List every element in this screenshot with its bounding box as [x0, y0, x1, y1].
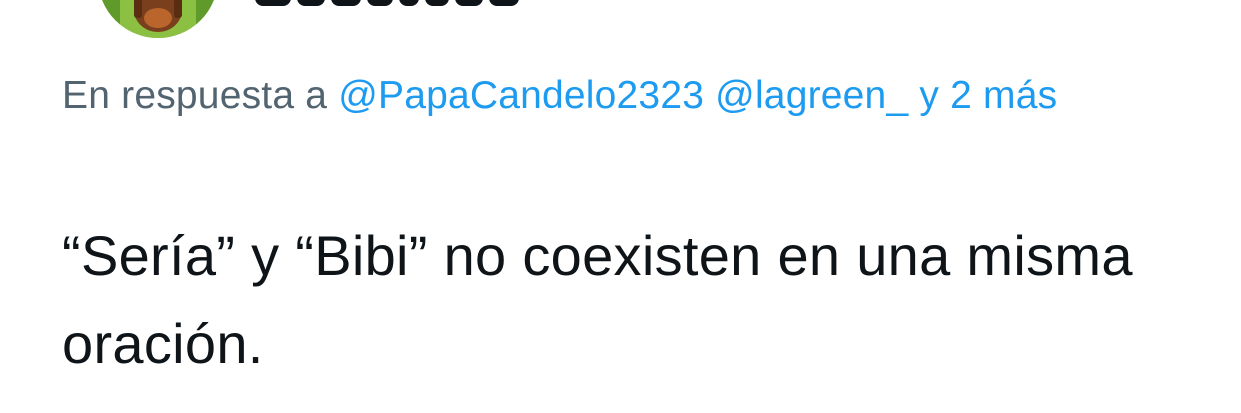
reply-context: En respuesta a @PapaCandelo2323 @lagreen… [62, 64, 1162, 128]
mention-link-papacandelo2323[interactable]: @PapaCandelo2323 [338, 74, 704, 117]
avatar[interactable] [98, 0, 218, 38]
mention-link-lagreen[interactable]: @lagreen_ [715, 74, 908, 117]
reply-others-link[interactable]: y 2 más [919, 74, 1057, 117]
reply-prefix: En respuesta a [62, 74, 328, 117]
author-name-cropped [255, 0, 525, 6]
avatar-image [98, 0, 218, 38]
tweet-text: “Sería” y “Bibi” no coexisten en una mis… [62, 224, 1133, 375]
